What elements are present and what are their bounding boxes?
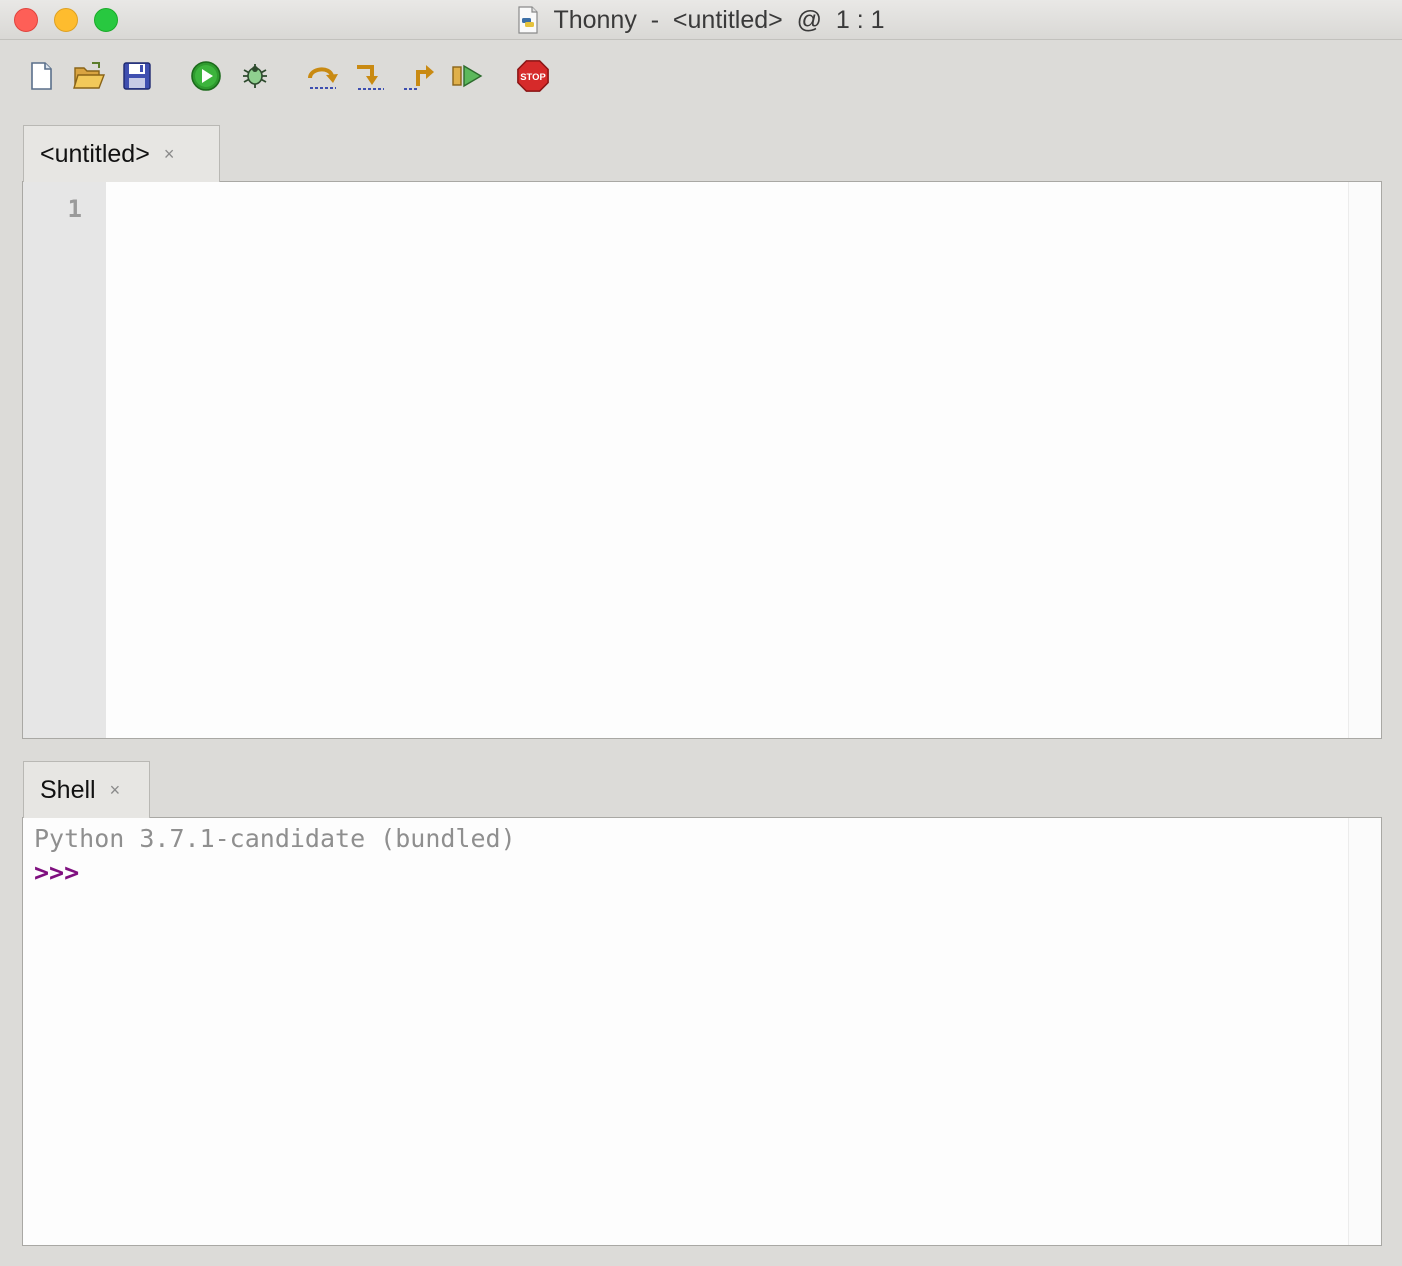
tab-untitled[interactable]: <untitled> × [23, 125, 220, 182]
step-out-icon [404, 65, 434, 90]
shell-banner: Python 3.7.1-candidate (bundled) [34, 824, 516, 853]
floppy-save-icon [123, 62, 151, 90]
step-over-icon [308, 67, 338, 89]
new-file-button[interactable] [24, 59, 58, 93]
open-file-button[interactable] [72, 59, 106, 93]
editor-vertical-scrollbar[interactable] [1348, 182, 1381, 738]
step-over-button[interactable] [306, 59, 340, 93]
run-play-icon [191, 61, 221, 91]
tab-untitled-close-icon[interactable]: × [164, 144, 175, 165]
code-editor-area[interactable] [106, 182, 1349, 738]
shell-output[interactable]: Python 3.7.1-candidate (bundled) >>> [34, 822, 1341, 890]
open-folder-icon [73, 62, 106, 89]
bug-debug-icon [243, 64, 267, 88]
tab-untitled-label: <untitled> [40, 139, 150, 168]
resume-button[interactable] [450, 59, 484, 93]
toolbar: STOP [0, 41, 1402, 113]
stop-button[interactable]: STOP [516, 59, 550, 93]
line-number: 1 [67, 195, 82, 223]
step-into-button[interactable] [354, 59, 388, 93]
step-out-button[interactable] [402, 59, 436, 93]
debug-button[interactable] [238, 59, 272, 93]
shell-vertical-scrollbar[interactable] [1348, 818, 1381, 1245]
python-document-icon [518, 6, 539, 34]
shell-panel[interactable]: Python 3.7.1-candidate (bundled) >>> [22, 817, 1382, 1246]
shell-prompt: >>> [34, 858, 80, 887]
editor-panel: 1 [22, 181, 1382, 739]
save-file-button[interactable] [120, 59, 154, 93]
new-file-icon [31, 62, 52, 90]
resume-icon [452, 64, 483, 88]
window-title-group: Thonny - <untitled> @ 1 : 1 [0, 0, 1402, 40]
title-bar: Thonny - <untitled> @ 1 : 1 [0, 0, 1402, 40]
tab-shell-close-icon[interactable]: × [110, 780, 121, 801]
window-title: Thonny - <untitled> @ 1 : 1 [553, 5, 885, 34]
tab-shell[interactable]: Shell × [23, 761, 150, 818]
step-into-icon [357, 65, 384, 90]
tab-shell-label: Shell [40, 775, 96, 804]
stop-label: STOP [520, 72, 546, 83]
run-button[interactable] [189, 59, 223, 93]
line-number-gutter: 1 [23, 182, 106, 738]
stop-sign-icon: STOP [517, 60, 549, 92]
